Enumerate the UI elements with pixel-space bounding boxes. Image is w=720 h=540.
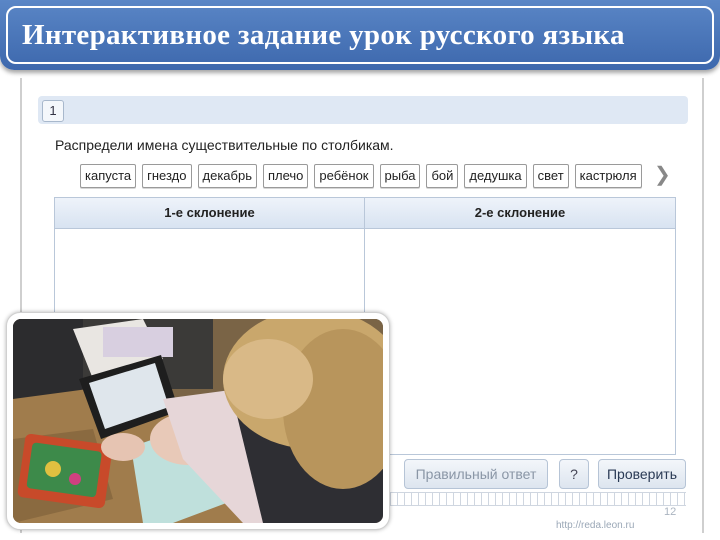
word-chips: капуста гнездо декабрь плечо ребёнок рыба бой д… bbox=[80, 164, 650, 190]
word-chip[interactable]: кастрюля bbox=[574, 164, 642, 188]
word-chip[interactable]: декабрь bbox=[197, 164, 257, 188]
word-chip[interactable]: гнездо bbox=[142, 164, 192, 188]
help-button[interactable]: ? bbox=[559, 459, 589, 489]
classroom-photo-icon bbox=[13, 319, 383, 523]
word-chip[interactable]: плечо bbox=[262, 164, 309, 188]
watermark-text: http://reda.leon.ru bbox=[556, 520, 635, 531]
photo-frame bbox=[6, 312, 390, 530]
word-chip[interactable]: бой bbox=[426, 164, 459, 188]
word-chip[interactable]: дедушка bbox=[464, 164, 527, 188]
check-button[interactable]: Проверить bbox=[598, 459, 686, 489]
title-bar: Интерактивное задание урок русского язык… bbox=[0, 0, 720, 70]
correct-answer-button[interactable]: Правильный ответ bbox=[404, 459, 548, 489]
task-number: 1 bbox=[42, 100, 64, 122]
column-2-title: 2-е склонение bbox=[474, 205, 566, 220]
chevron-right-icon[interactable]: ❯ bbox=[654, 164, 671, 188]
task-instruction: Распредели имена существительные по стол… bbox=[55, 137, 394, 153]
scroll-strip bbox=[390, 492, 686, 506]
word-chip[interactable]: свет bbox=[532, 164, 569, 188]
table-header: 1-е склонение 2-е склонение bbox=[55, 198, 675, 229]
word-chip[interactable]: ребёнок bbox=[314, 164, 374, 188]
column-1-title: 1-е склонение bbox=[164, 205, 255, 220]
title-frame: Интерактивное задание урок русского язык… bbox=[6, 6, 714, 64]
word-chip[interactable]: капуста bbox=[80, 164, 137, 188]
task-header: 1 bbox=[38, 96, 688, 124]
page-number: 12 bbox=[664, 506, 677, 518]
slide-title: Интерактивное задание урок русского язык… bbox=[22, 18, 625, 51]
word-chip[interactable]: рыба bbox=[379, 164, 421, 188]
